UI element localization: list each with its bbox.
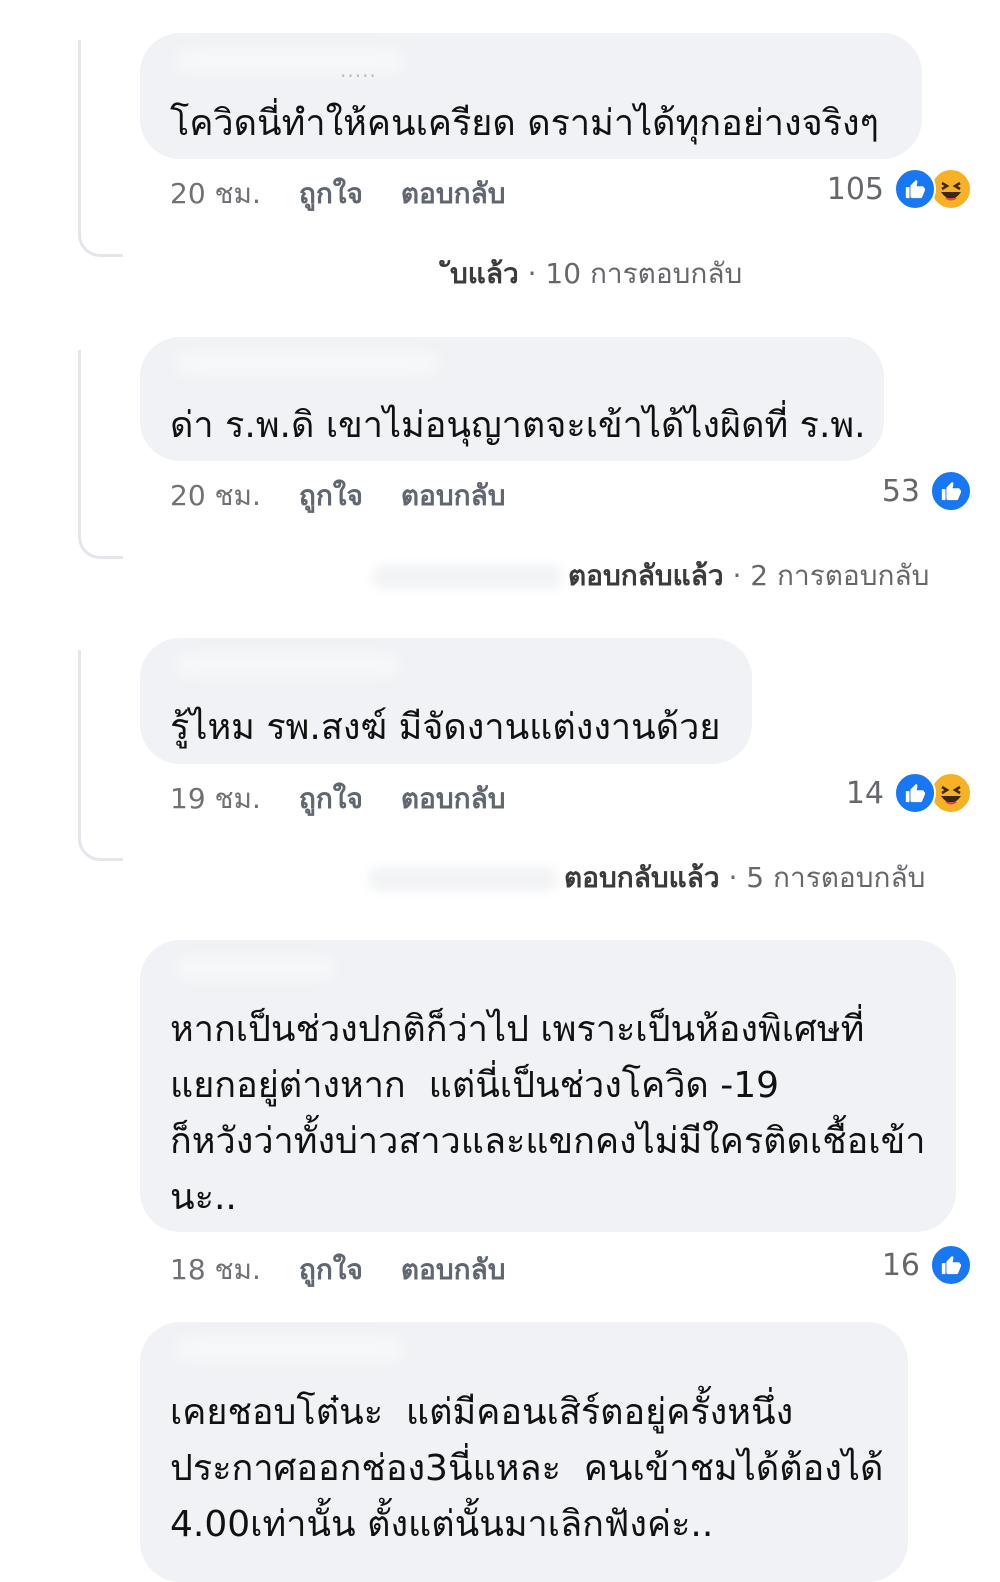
reaction-summary[interactable]: 16: [882, 1244, 972, 1286]
like-icon: [930, 1244, 972, 1286]
replied-label: ับแล้ว: [450, 257, 519, 290]
comment-meta: 18 ชม. ถูกใจ ตอบกลับ: [170, 1248, 506, 1292]
reaction-count: 16: [881, 1247, 920, 1283]
like-icon: [930, 470, 972, 512]
replied-label: ตอบกลับแล้ว: [564, 861, 720, 894]
replies-count: · 2 การตอบกลับ: [732, 559, 930, 592]
haha-icon: [930, 772, 972, 814]
reaction-summary[interactable]: 14: [846, 772, 972, 814]
comment-text: หากเป็นช่วงปกติก็ว่าไป เพราะเป็นห้องพิเศ…: [170, 1009, 926, 1218]
like-button[interactable]: ถูกใจ: [299, 782, 363, 815]
like-button[interactable]: ถูกใจ: [299, 1253, 363, 1286]
reaction-icons: [930, 1244, 972, 1286]
comment-time[interactable]: 20 ชม.: [170, 177, 261, 210]
author-name[interactable]: [175, 350, 440, 376]
thread-line: [78, 650, 123, 861]
author-name[interactable]: [175, 955, 335, 981]
comment-meta: 20 ชม. ถูกใจ ตอบกลับ: [170, 474, 506, 518]
replier-name: [372, 565, 562, 589]
reaction-count: 105: [826, 171, 884, 207]
reaction-icons: [930, 470, 972, 512]
comment-text: โควิดนี่ทำให้คนเครียด ดราม่าได้ทุกอย่างจ…: [170, 103, 879, 144]
reaction-summary[interactable]: 53: [882, 470, 972, 512]
reaction-count: 53: [881, 473, 920, 509]
comment-time[interactable]: 20 ชม.: [170, 479, 261, 512]
reaction-summary[interactable]: 105: [827, 168, 972, 210]
view-replies-link[interactable]: ับแล้ว · 10 การตอบกลับ: [450, 252, 742, 296]
comment-time[interactable]: 19 ชม.: [170, 782, 261, 815]
reaction-count: 14: [845, 775, 884, 811]
comment-text: รู้ไหม รพ.สงฆ์ มีจัดงานแต่งงานด้วย: [170, 707, 721, 748]
comment-time[interactable]: 18 ชม.: [170, 1253, 261, 1286]
author-name-fragment: .....: [340, 58, 377, 82]
comment-meta: 20 ชม. ถูกใจ ตอบกลับ: [170, 172, 506, 216]
view-replies-link[interactable]: ตอบกลับแล้ว · 2 การตอบกลับ: [372, 554, 929, 598]
replier-name: [368, 867, 558, 891]
like-icon: [894, 168, 936, 210]
replies-count: · 5 การตอบกลับ: [728, 861, 926, 894]
author-name[interactable]: [175, 1336, 405, 1362]
reply-button[interactable]: ตอบกลับ: [401, 479, 506, 512]
comments-screen: { "comments": [ { "author_hint": "....."…: [0, 0, 1000, 1582]
like-button[interactable]: ถูกใจ: [299, 479, 363, 512]
reply-button[interactable]: ตอบกลับ: [401, 177, 506, 210]
reply-button[interactable]: ตอบกลับ: [401, 1253, 506, 1286]
haha-icon: [930, 168, 972, 210]
comment-text: เคยชอบโต๋นะ แต่มีคอนเสิร์ตอยู่ครั้งหนึ่ง…: [170, 1392, 884, 1545]
author-name[interactable]: [175, 652, 400, 678]
replies-count: · 10 การตอบกลับ: [527, 257, 743, 290]
comment-text: ด่า ร.พ.ดิ เขาไม่อนุญาตจะเข้าได้ไงผิดที่…: [170, 405, 866, 446]
like-icon: [894, 772, 936, 814]
reply-button[interactable]: ตอบกลับ: [401, 782, 506, 815]
reaction-icons: [894, 772, 972, 814]
replied-label: ตอบกลับแล้ว: [568, 559, 724, 592]
view-replies-link[interactable]: ตอบกลับแล้ว · 5 การตอบกลับ: [368, 856, 925, 900]
like-button[interactable]: ถูกใจ: [299, 177, 363, 210]
thread-line: [78, 350, 123, 559]
reaction-icons: [894, 168, 972, 210]
comment-meta: 19 ชม. ถูกใจ ตอบกลับ: [170, 777, 506, 821]
thread-line: [78, 40, 123, 257]
